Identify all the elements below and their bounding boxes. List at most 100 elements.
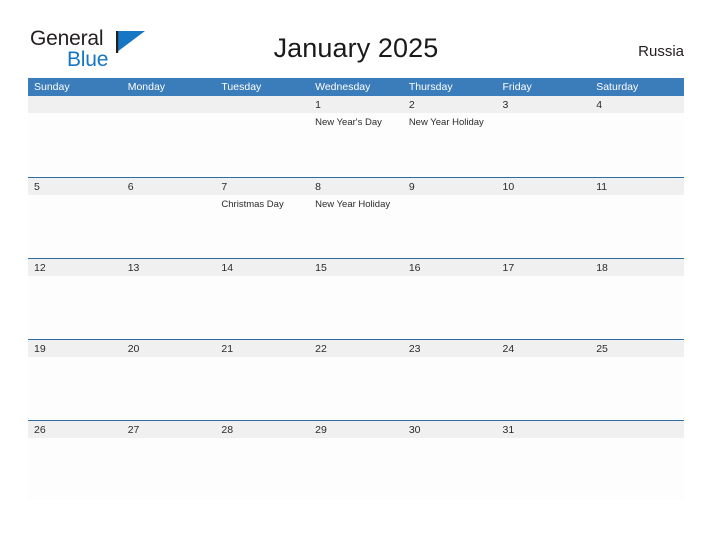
weekday-header-tuesday: Tuesday (221, 81, 262, 93)
day-cell[interactable] (403, 276, 497, 338)
weekday-header-monday: Monday (127, 81, 166, 93)
day-number[interactable]: 8 (309, 178, 403, 195)
day-number[interactable]: 6 (122, 178, 216, 195)
week-daynumber-band: 19 20 21 22 23 24 25 (28, 340, 684, 357)
day-number[interactable]: 23 (403, 340, 497, 357)
day-number[interactable]: 1 (309, 96, 403, 113)
day-cell[interactable] (590, 276, 684, 338)
page-title: January 2025 (273, 33, 439, 63)
day-number[interactable]: 7 (215, 178, 309, 195)
holiday-event-label: Christmas Day (221, 199, 284, 210)
day-number[interactable]: 5 (28, 178, 122, 195)
day-cell[interactable] (28, 113, 122, 175)
day-cell[interactable] (28, 438, 122, 500)
day-cell[interactable] (497, 438, 591, 500)
day-cell[interactable] (28, 195, 122, 257)
day-cell[interactable] (28, 357, 122, 419)
day-cell[interactable] (590, 113, 684, 175)
day-cell[interactable] (122, 357, 216, 419)
day-number-empty (215, 96, 309, 113)
day-cell[interactable] (590, 357, 684, 419)
day-number[interactable]: 11 (590, 178, 684, 195)
day-number[interactable]: 18 (590, 259, 684, 276)
day-number[interactable]: 31 (497, 421, 591, 438)
weekday-header-wednesday: Wednesday (315, 81, 371, 93)
day-number[interactable]: 10 (497, 178, 591, 195)
weekday-header-saturday: Saturday (596, 81, 639, 93)
weekday-header-thursday: Thursday (408, 81, 453, 93)
day-number[interactable]: 29 (309, 421, 403, 438)
day-cell[interactable]: Christmas Day (215, 195, 309, 257)
day-cell[interactable]: New Year's Day (309, 113, 403, 175)
day-number[interactable]: 4 (590, 96, 684, 113)
day-cell[interactable] (497, 357, 591, 419)
holiday-event-label: New Year Holiday (408, 117, 484, 128)
day-cell[interactable] (122, 438, 216, 500)
day-number[interactable]: 24 (497, 340, 591, 357)
day-cell[interactable] (590, 195, 684, 257)
calendar-weeks: 1 2 3 4 New Year's Day New Year Holiday 5 6 7 8 9 1… (28, 96, 684, 501)
day-cell[interactable] (309, 357, 403, 419)
week-event-band: Christmas Day New Year Holiday (28, 195, 684, 257)
calendar-week-row: 5 6 7 8 9 10 11 Christmas Day New Year Holiday (28, 177, 684, 258)
day-cell[interactable] (28, 276, 122, 338)
day-number[interactable]: 16 (403, 259, 497, 276)
week-event-band (28, 357, 684, 419)
day-number[interactable]: 21 (215, 340, 309, 357)
day-number[interactable]: 17 (497, 259, 591, 276)
week-event-band (28, 276, 684, 338)
day-number[interactable]: 28 (215, 421, 309, 438)
day-cell[interactable] (403, 195, 497, 257)
day-cell[interactable] (215, 276, 309, 338)
day-cell[interactable] (215, 438, 309, 500)
region-label: Russia (638, 43, 684, 60)
day-number[interactable]: 20 (122, 340, 216, 357)
day-cell[interactable] (497, 195, 591, 257)
weekday-header-sunday: Sunday (34, 81, 70, 93)
day-cell[interactable] (309, 276, 403, 338)
day-cell[interactable] (309, 438, 403, 500)
day-cell[interactable] (122, 113, 216, 175)
day-cell[interactable] (122, 276, 216, 338)
holiday-event-label: New Year Holiday (315, 199, 391, 210)
day-number-empty (28, 96, 122, 113)
day-number[interactable]: 19 (28, 340, 122, 357)
week-daynumber-band: 12 13 14 15 16 17 18 (28, 259, 684, 276)
day-cell[interactable] (122, 195, 216, 257)
day-number[interactable]: 2 (403, 96, 497, 113)
day-number[interactable]: 12 (28, 259, 122, 276)
day-cell[interactable] (497, 113, 591, 175)
day-cell[interactable]: New Year Holiday (309, 195, 403, 257)
calendar-week-row: 12 13 14 15 16 17 18 (28, 258, 684, 339)
day-number[interactable]: 15 (309, 259, 403, 276)
week-event-band (28, 438, 684, 500)
day-number[interactable]: 25 (590, 340, 684, 357)
day-cell[interactable] (590, 438, 684, 500)
day-number[interactable]: 13 (122, 259, 216, 276)
week-daynumber-band: 1234 (28, 96, 684, 113)
day-number[interactable]: 26 (28, 421, 122, 438)
calendar-week-row: 19 20 21 22 23 24 25 (28, 339, 684, 420)
weekday-header-friday: Friday (502, 81, 532, 93)
page-header: General Blue January 2025 Russia (0, 0, 712, 78)
day-number[interactable]: 9 (403, 178, 497, 195)
week-daynumber-band: 5 6 7 8 9 10 11 (28, 178, 684, 195)
day-cell[interactable] (403, 357, 497, 419)
day-number[interactable]: 27 (122, 421, 216, 438)
day-number[interactable]: 3 (497, 96, 591, 113)
day-cell[interactable] (403, 438, 497, 500)
day-cell[interactable] (497, 276, 591, 338)
day-number[interactable]: 22 (309, 340, 403, 357)
holiday-event-label: New Year's Day (315, 117, 382, 128)
day-number-empty (590, 421, 684, 438)
day-cell[interactable]: New Year Holiday (403, 113, 497, 175)
calendar-week-row: 26 27 28 29 30 31 (28, 420, 684, 501)
week-event-band: New Year's Day New Year Holiday (28, 113, 684, 175)
weekday-header-row: Sunday Monday Tuesday Wednesday Thursday… (28, 78, 684, 96)
day-number[interactable]: 30 (403, 421, 497, 438)
day-cell[interactable] (215, 113, 309, 175)
week-daynumber-band: 26 27 28 29 30 31 (28, 421, 684, 438)
day-number[interactable]: 14 (215, 259, 309, 276)
calendar-week-row: 1 2 3 4 New Year's Day New Year Holiday (28, 96, 684, 177)
day-cell[interactable] (215, 357, 309, 419)
